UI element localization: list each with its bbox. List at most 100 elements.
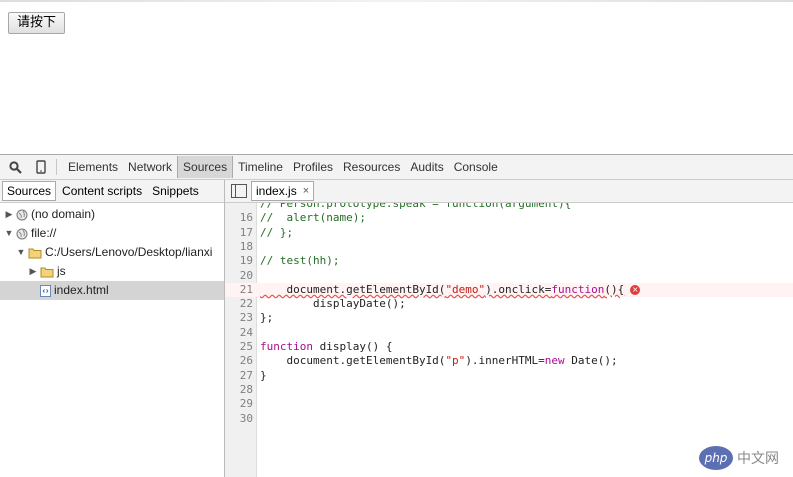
code-token: function xyxy=(260,340,313,353)
code-text: document.getElementById("demo").onclick=… xyxy=(260,282,641,297)
code-token: document.getElementById( xyxy=(260,282,446,296)
devtools-panel: Elements Network Sources Timeline Profiles Re… xyxy=(0,154,793,477)
tab-resources[interactable]: Resources xyxy=(338,156,405,178)
line-number[interactable]: 28 xyxy=(225,383,253,397)
tab-network[interactable]: Network xyxy=(123,156,177,178)
globe-icon xyxy=(16,209,28,221)
tree-item[interactable]: index.html xyxy=(0,281,224,300)
triangle-right-icon[interactable]: ▶ xyxy=(4,205,14,224)
line-number[interactable]: 18 xyxy=(225,240,253,254)
tree-item[interactable]: ▶ (no domain) xyxy=(0,205,224,224)
error-icon[interactable]: × xyxy=(630,284,641,295)
navigator-tab-content-scripts[interactable]: Content scripts xyxy=(58,182,146,200)
tab-index-js[interactable]: index.js × xyxy=(251,181,315,201)
code-line: 29 xyxy=(225,397,793,411)
code-line: 24 xyxy=(225,326,793,340)
line-number[interactable]: 22 xyxy=(225,297,253,311)
file-tree: ▶ (no domain) ▼ file:// ▼ C:/Users/Lenovo/Des… xyxy=(0,203,224,300)
tree-item-label: js xyxy=(57,264,66,278)
tab-elements[interactable]: Elements xyxy=(63,156,123,178)
code-text: // test(hh); xyxy=(260,254,339,268)
tab-audits[interactable]: Audits xyxy=(405,156,448,178)
code-line: 17 // }; xyxy=(225,226,793,240)
line-number[interactable]: 26 xyxy=(225,354,253,368)
line-number[interactable]: 29 xyxy=(225,397,253,411)
line-number[interactable]: 20 xyxy=(225,269,253,283)
code-text: function display() { xyxy=(260,340,392,354)
line-number[interactable]: 19 xyxy=(225,254,253,268)
html-file-icon xyxy=(40,284,51,297)
code-area[interactable]: // Person.prototype.speak = function(arg… xyxy=(225,203,793,477)
line-number[interactable]: 17 xyxy=(225,226,253,240)
code-token: // Person.prototype.speak = function(arg… xyxy=(260,203,572,210)
tab-console[interactable]: Console xyxy=(449,156,503,178)
code-token: ).onclick= xyxy=(485,282,552,296)
code-token: }; xyxy=(260,311,274,325)
code-token: "demo" xyxy=(445,282,486,296)
code-line: 27} xyxy=(225,369,793,383)
folder-icon xyxy=(28,247,42,259)
tab-timeline[interactable]: Timeline xyxy=(233,156,288,178)
folder-icon xyxy=(40,266,54,278)
triangle-down-icon[interactable]: ▼ xyxy=(4,224,14,243)
search-icon[interactable] xyxy=(4,156,26,178)
code-line: 20 xyxy=(225,269,793,283)
tree-item-label: (no domain) xyxy=(31,207,96,221)
tree-item[interactable]: ▶ js xyxy=(0,262,224,281)
page-content: 请按下 xyxy=(0,0,793,155)
editor-tabs: index.js × xyxy=(225,180,793,203)
code-text: document.getElementById("p").innerHTML=n… xyxy=(260,354,618,368)
code-token: document.getElementById( xyxy=(260,354,446,368)
panel-tabs: Elements Network Sources Timeline Profiles Re… xyxy=(63,156,503,178)
triangle-down-icon[interactable]: ▼ xyxy=(16,243,26,262)
device-mode-icon[interactable] xyxy=(30,156,52,178)
code-line: 22 displayDate(); xyxy=(225,297,793,311)
line-number[interactable]: 21 xyxy=(225,283,253,297)
press-button[interactable]: 请按下 xyxy=(8,12,66,34)
line-number[interactable]: 23 xyxy=(225,311,253,325)
tree-item-label: index.html xyxy=(54,283,109,297)
code-token: } xyxy=(260,368,267,382)
tab-profiles[interactable]: Profiles xyxy=(288,156,338,178)
code-line: 28 xyxy=(225,383,793,397)
sources-navigator: Sources Content scripts Snippets ▶ (no doma… xyxy=(0,180,225,477)
code-line: 21 document.getElementById("demo").oncli… xyxy=(225,282,793,297)
code-line: 23}; xyxy=(225,311,793,325)
watermark: php 中文网 xyxy=(699,444,787,472)
code-text: } xyxy=(260,369,267,383)
globe-icon xyxy=(16,228,28,240)
line-number[interactable]: 16 xyxy=(225,211,253,225)
code-token: new xyxy=(544,354,565,368)
code-text: // }; xyxy=(260,226,293,240)
line-number[interactable]: 25 xyxy=(225,340,253,354)
code-token: // test(hh); xyxy=(260,254,340,268)
devtools-toolbar: Elements Network Sources Timeline Profiles Re… xyxy=(0,155,793,180)
code-token: display() { xyxy=(312,340,393,353)
toggle-navigator-icon[interactable] xyxy=(231,184,247,198)
code-text: }; xyxy=(260,311,273,325)
code-line: 30 xyxy=(225,412,793,426)
tree-item[interactable]: ▼ C:/Users/Lenovo/Desktop/lianxi xyxy=(0,243,224,262)
line-number[interactable]: 27 xyxy=(225,369,253,383)
tree-item-label: file:// xyxy=(31,226,57,240)
code-line: 18 xyxy=(225,240,793,254)
code-text: // Person.prototype.speak = function(arg… xyxy=(260,203,571,211)
toolbar-separator xyxy=(56,159,57,175)
code-text: // alert(name); xyxy=(260,211,366,225)
close-icon[interactable]: × xyxy=(303,182,309,200)
code-token: // }; xyxy=(260,225,294,239)
tab-sources[interactable]: Sources xyxy=(177,156,234,178)
code-line: 16 // alert(name); xyxy=(225,211,793,225)
line-number[interactable]: 24 xyxy=(225,326,253,340)
code-line: 19 // test(hh); xyxy=(225,254,793,268)
code-line: 26 document.getElementById("p").innerHTM… xyxy=(225,354,793,368)
triangle-right-icon[interactable]: ▶ xyxy=(28,262,38,281)
code-token: (){ xyxy=(604,282,625,296)
code-line: 25 function display() { xyxy=(225,340,793,354)
code-token: displayDate(); xyxy=(260,297,406,311)
tree-item[interactable]: ▼ file:// xyxy=(0,224,224,243)
navigator-tab-snippets[interactable]: Snippets xyxy=(148,182,203,200)
navigator-tab-sources[interactable]: Sources xyxy=(2,181,57,201)
line-number[interactable]: 30 xyxy=(225,412,253,426)
code-token: Date(); xyxy=(564,354,618,368)
